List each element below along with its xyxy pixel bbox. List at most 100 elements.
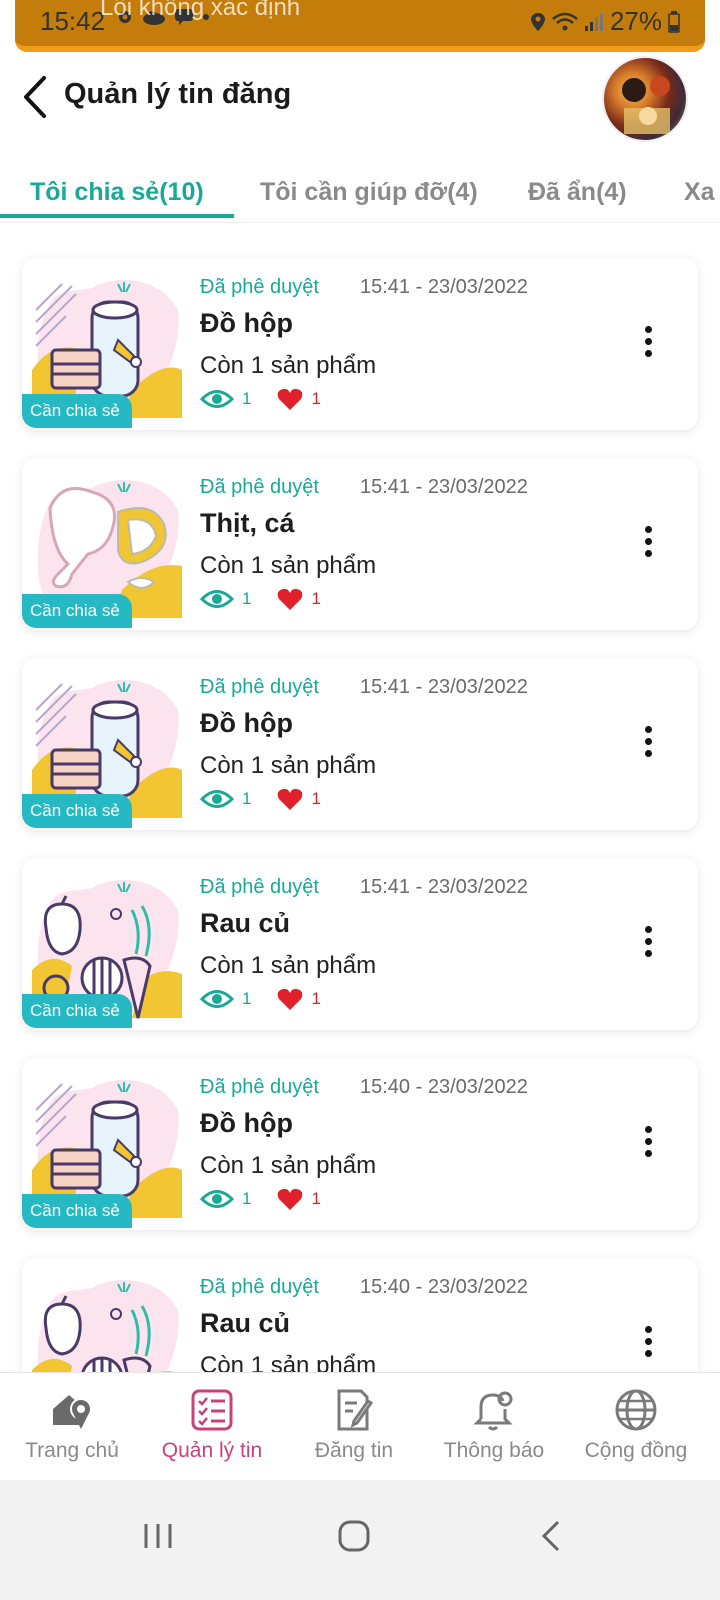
more-options-button[interactable] [638, 326, 658, 364]
heart-icon [278, 388, 303, 410]
nav-label: Quản lý tin [161, 1439, 263, 1462]
eye-icon [200, 790, 234, 808]
nav-label: Cộng đồng [584, 1439, 688, 1462]
page-title: Quản lý tin đăng [64, 78, 292, 110]
more-options-button[interactable] [638, 526, 658, 564]
like-count: 1 [311, 589, 321, 608]
recent-apps-icon [144, 1524, 172, 1548]
view-count: 1 [242, 589, 252, 608]
back-button[interactable] [18, 74, 54, 120]
heart-icon [278, 788, 303, 810]
battery-percent: 27% [609, 6, 662, 36]
chevron-left-icon [24, 76, 46, 118]
status-right: 27% [530, 6, 680, 37]
heart-icon [278, 988, 303, 1010]
post-card[interactable]: Cần chia sẻ Đã phê duyệt 15:41 - 23/03/2… [22, 658, 698, 830]
post-quantity: Còn 1 sản phẩm [200, 352, 377, 379]
post-title: Rau củ [200, 908, 291, 938]
post-stats: 1 1 [200, 386, 321, 412]
post-datetime: 15:40 - 23/03/2022 [360, 1076, 528, 1098]
tabs-divider [0, 222, 720, 223]
eye-icon [200, 390, 234, 408]
post-card[interactable]: Cần chia sẻ Đã phê duyệt 15:41 - 23/03/2… [22, 458, 698, 630]
active-tab-indicator [0, 214, 234, 218]
nav-label: Trang chủ [25, 1439, 119, 1462]
post-card[interactable]: Cần chia sẻ Đã phê duyệt 15:40 - 23/03/2… [22, 1058, 698, 1230]
nav-community[interactable]: Cộng đồng [564, 1373, 708, 1481]
post-title: Đồ hộp [200, 708, 293, 738]
post-title: Đồ hộp [200, 1108, 293, 1138]
post-datetime: 15:40 - 23/03/2022 [360, 1276, 528, 1298]
post-title: Đồ hộp [200, 308, 293, 338]
eye-icon [200, 1190, 234, 1208]
post-datetime: 15:41 - 23/03/2022 [360, 876, 528, 898]
recent-apps-button[interactable] [128, 1506, 188, 1566]
like-count: 1 [311, 389, 321, 408]
tab-shared[interactable]: Tôi chia sẻ(10) [30, 178, 204, 207]
approval-status: Đã phê duyệt [200, 1276, 319, 1298]
app-header: Quản lý tin đăng [0, 56, 720, 142]
post-datetime: 15:41 - 23/03/2022 [360, 676, 528, 698]
avatar[interactable] [602, 56, 688, 142]
tab-bar: Tôi chia sẻ(10) Tôi cần giúp đỡ(4) Đã ẩn… [0, 172, 720, 224]
nav-notifications[interactable]: Thông báo [422, 1373, 566, 1481]
home-circle-icon [338, 1520, 370, 1552]
bell-icon [473, 1391, 513, 1431]
nav-manage-posts[interactable]: Quản lý tin [140, 1373, 284, 1481]
heart-icon [278, 588, 303, 610]
approval-status: Đã phê duyệt [200, 876, 319, 898]
view-count: 1 [242, 1189, 252, 1208]
approval-status: Đã phê duyệt [200, 676, 319, 698]
share-tag: Cần chia sẻ [22, 594, 132, 628]
more-options-button[interactable] [638, 1126, 658, 1164]
tab-need-help[interactable]: Tôi cần giúp đỡ(4) [260, 178, 478, 207]
tab-hidden[interactable]: Đã ẩn(4) [528, 178, 627, 207]
home-location-icon [53, 1395, 92, 1429]
post-datetime: 15:41 - 23/03/2022 [360, 276, 528, 298]
status-time: 15:42 [40, 6, 106, 36]
approval-status: Đã phê duyệt [200, 276, 319, 298]
signal-icon [584, 13, 603, 31]
like-count: 1 [311, 989, 321, 1008]
share-tag: Cần chia sẻ [22, 394, 132, 428]
view-count: 1 [242, 389, 252, 408]
approval-status: Đã phê duyệt [200, 1076, 319, 1098]
post-stats: 1 1 [200, 586, 321, 612]
post-datetime: 15:41 - 23/03/2022 [360, 476, 528, 498]
avatar-image [622, 76, 670, 134]
more-options-button[interactable] [638, 1326, 658, 1364]
post-quantity: Còn 1 sản phẩm [200, 552, 377, 579]
nav-create-post[interactable]: Đăng tin [282, 1373, 426, 1481]
more-options-button[interactable] [638, 726, 658, 764]
nav-home[interactable]: Trang chủ [0, 1373, 144, 1481]
eye-icon [200, 990, 234, 1008]
system-back-button[interactable] [522, 1506, 582, 1566]
post-quantity: Còn 1 sản phẩm [200, 952, 377, 979]
post-title: Thịt, cá [200, 508, 295, 538]
system-navigation-bar [0, 1480, 720, 1600]
post-card[interactable]: Cần chia sẻ Đã phê duyệt 15:41 - 23/03/2… [22, 258, 698, 430]
heart-icon [278, 1188, 303, 1210]
approval-status: Đã phê duyệt [200, 476, 319, 498]
like-count: 1 [311, 1189, 321, 1208]
nav-label: Đăng tin [314, 1439, 394, 1462]
location-icon [530, 12, 545, 31]
wifi-icon [552, 12, 578, 30]
post-stats: 1 1 [200, 986, 321, 1012]
post-quantity: Còn 1 sản phẩm [200, 1152, 377, 1179]
battery-icon [668, 10, 680, 33]
more-options-button[interactable] [638, 926, 658, 964]
post-stats: 1 1 [200, 786, 321, 812]
chevron-left-icon [541, 1520, 560, 1552]
post-card[interactable]: Cần chia sẻ Đã phê duyệt 15:41 - 23/03/2… [22, 858, 698, 1030]
like-count: 1 [311, 789, 321, 808]
bottom-navigation: Trang chủ Quản lý tin Đăng tin Thông báo [0, 1372, 720, 1480]
share-tag: Cần chia sẻ [22, 994, 132, 1028]
view-count: 1 [242, 989, 252, 1008]
home-button[interactable] [324, 1506, 384, 1566]
eye-icon [200, 590, 234, 608]
post-quantity: Còn 1 sản phẩm [200, 752, 377, 779]
checklist-icon [191, 1389, 233, 1431]
tab-more[interactable]: Xa [684, 178, 715, 207]
post-stats: 1 1 [200, 1186, 321, 1212]
